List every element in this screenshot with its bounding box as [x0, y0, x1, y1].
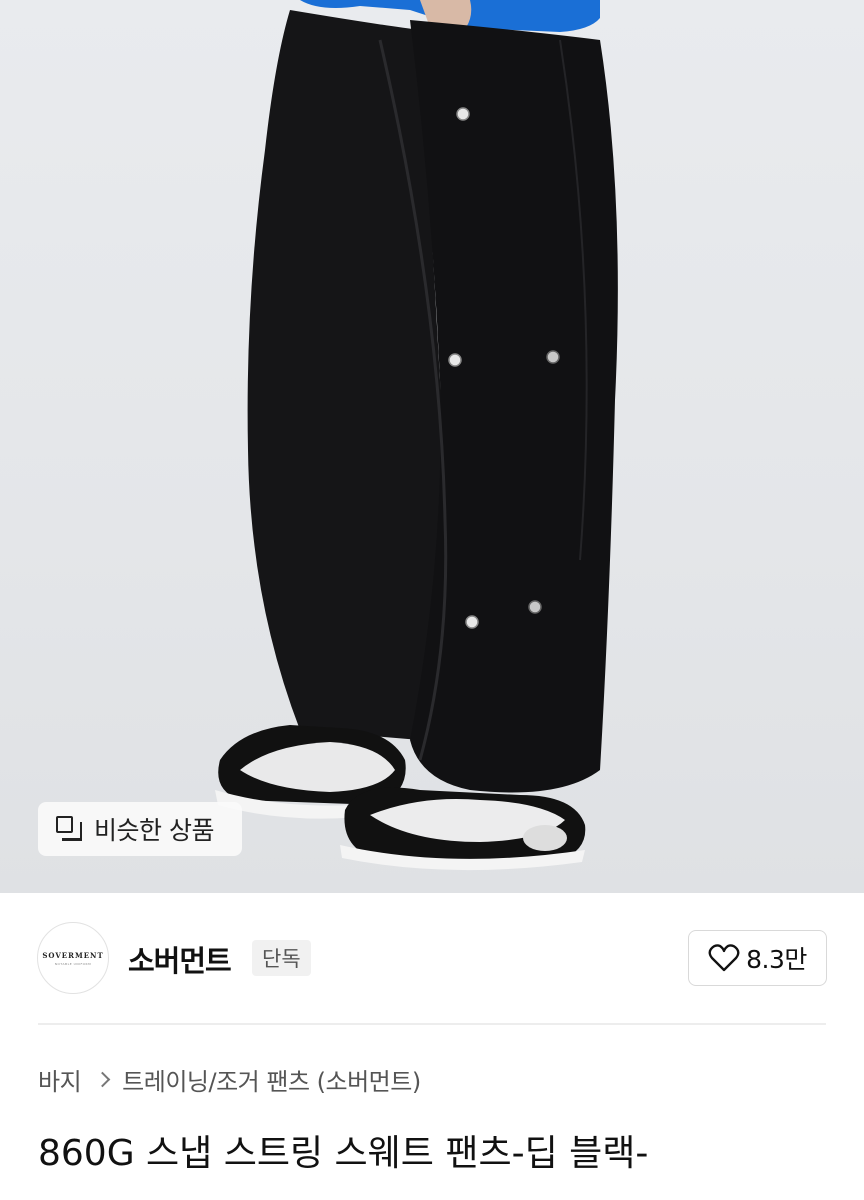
product-title: 860G 스냅 스트링 스웨트 팬츠-딥 블랙-	[38, 1133, 649, 1174]
breadcrumb: 바지 트레이닝/조거 팬츠 (소버먼트)	[38, 1062, 421, 1097]
product-image[interactable]: 비슷한 상품	[0, 0, 864, 893]
similar-products-button[interactable]: 비슷한 상품	[38, 802, 242, 856]
similar-products-label: 비슷한 상품	[94, 816, 214, 845]
brand-logo[interactable]: SOVERMENT NOTABLE UNIFORM	[37, 922, 109, 994]
exclusive-badge: 단독	[252, 940, 311, 976]
product-photo	[215, 0, 618, 871]
breadcrumb-subcategory[interactable]: 트레이닝/조거 팬츠 (소버먼트)	[122, 1062, 421, 1097]
similar-icon	[56, 816, 82, 842]
breadcrumb-category[interactable]: 바지	[38, 1062, 82, 1097]
divider	[38, 1023, 826, 1025]
chevron-right-icon	[94, 1071, 111, 1088]
like-count: 8.3만	[746, 945, 807, 974]
brand-name[interactable]: 소버먼트	[128, 938, 232, 980]
brand-logo-text: SOVERMENT	[42, 950, 104, 960]
like-button[interactable]: 8.3만	[688, 930, 827, 986]
brand-logo-subtext: NOTABLE UNIFORM	[54, 961, 92, 966]
heart-icon	[708, 944, 740, 972]
